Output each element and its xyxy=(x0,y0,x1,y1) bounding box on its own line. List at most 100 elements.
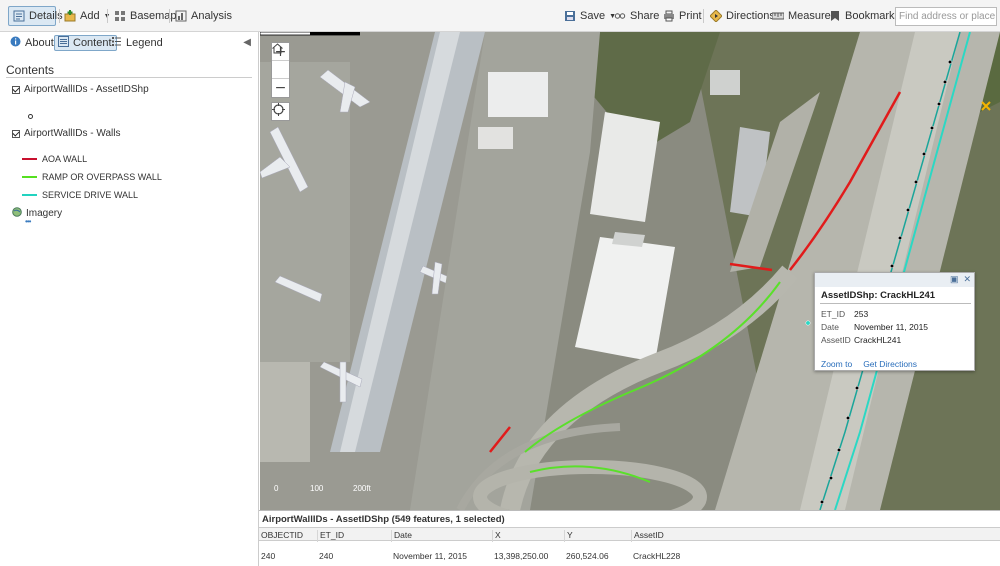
layer-assetidshp[interactable]: AirportWallIDs - AssetIDShp xyxy=(12,84,149,95)
toolbar-divider xyxy=(59,9,60,23)
content-icon xyxy=(58,36,69,50)
measure-label: Measure xyxy=(788,10,831,22)
analysis-label: Analysis xyxy=(191,10,232,22)
column-header[interactable]: Y xyxy=(564,530,573,542)
map-view[interactable]: + − 0 100 200ft ▣ ✕ AssetIDShp: CrackHL2… xyxy=(260,32,1000,510)
popup-header: ▣ ✕ xyxy=(815,273,974,287)
print-button[interactable]: Print xyxy=(663,6,702,26)
table-cell: CrackHL228 xyxy=(633,551,681,561)
legend-item-aoa-wall: AOA WALL xyxy=(22,154,87,164)
field-value: CrackHL241 xyxy=(854,335,902,345)
layer-name: AirportWallIDs - Walls xyxy=(24,128,121,139)
legend-label: SERVICE DRIVE WALL xyxy=(42,190,139,200)
details-label: Details xyxy=(29,10,63,22)
field-key: ET_ID xyxy=(821,309,846,319)
directions-icon xyxy=(709,9,723,23)
measure-icon xyxy=(771,10,785,22)
locate-button[interactable] xyxy=(271,102,290,121)
toolbar-divider xyxy=(107,9,108,23)
toolbar-divider xyxy=(703,9,704,23)
layer-walls[interactable]: AirportWallIDs - Walls xyxy=(12,128,120,139)
table-cell: November 11, 2015 xyxy=(393,551,468,561)
column-header[interactable]: OBJECTID xyxy=(259,530,303,542)
popup-field-date: Date November 11, 2015 xyxy=(821,322,928,332)
feature-popup: ▣ ✕ AssetIDShp: CrackHL241 ET_ID 253 Dat… xyxy=(814,272,975,371)
field-key: AssetID xyxy=(821,335,851,345)
legend-label: RAMP OR OVERPASS WALL xyxy=(42,172,162,182)
aerial-imagery xyxy=(260,32,1000,510)
bookmarks-button[interactable]: Bookmarks xyxy=(829,6,900,26)
home-button[interactable] xyxy=(272,43,289,79)
imagery-options-dots[interactable]: ••• xyxy=(25,217,31,226)
scale-label-100: 100 xyxy=(310,484,324,493)
popup-field-et-id: ET_ID 253 xyxy=(821,309,868,319)
collapse-panel-icon[interactable]: ◀ xyxy=(243,37,251,48)
save-icon xyxy=(564,10,576,22)
analysis-button[interactable]: Analysis xyxy=(175,6,232,26)
table-title: AirportWallIDs - AssetIDShp (549 feature… xyxy=(262,514,505,525)
locate-icon xyxy=(272,103,285,116)
table-header-row: OBJECTID ET_ID Date X Y AssetID xyxy=(259,527,1000,542)
panel-tabs: About Content Legend ◀ xyxy=(0,32,259,54)
divider xyxy=(6,77,252,78)
tab-legend-label: Legend xyxy=(126,37,163,49)
toolbar-divider xyxy=(169,9,170,23)
basemap-button[interactable]: Basemap xyxy=(114,6,176,26)
analysis-icon xyxy=(175,10,187,22)
save-button[interactable]: Save ▼ xyxy=(564,6,616,26)
share-icon xyxy=(614,10,626,22)
legend-item-service-drive-wall: SERVICE DRIVE WALL xyxy=(22,190,138,200)
layer-imagery[interactable]: Imagery xyxy=(12,207,62,220)
add-button[interactable]: Add ▼ xyxy=(64,6,111,26)
measure-button[interactable]: Measure xyxy=(771,6,831,26)
close-icon[interactable]: ✕ xyxy=(963,274,971,285)
column-header[interactable]: Date xyxy=(391,530,412,542)
table-cell: 13,398,250.00 xyxy=(494,551,549,561)
table-row[interactable]: 240 240 November 11, 2015 13,398,250.00 … xyxy=(259,549,1000,565)
column-header[interactable]: ET_ID xyxy=(317,530,344,542)
details-button[interactable]: Details xyxy=(8,6,63,26)
legend-swatch xyxy=(22,194,37,196)
print-icon xyxy=(663,10,675,22)
scale-bar xyxy=(260,32,360,36)
field-value: November 11, 2015 xyxy=(854,322,929,332)
field-value: 253 xyxy=(854,309,869,319)
get-directions-link[interactable]: Get Directions xyxy=(863,359,917,369)
scale-label-0: 0 xyxy=(274,484,279,493)
directions-label: Directions xyxy=(726,10,775,22)
add-label: Add xyxy=(80,10,100,22)
legend-swatch xyxy=(22,158,37,160)
share-button[interactable]: Share xyxy=(614,6,659,26)
field-key: Date xyxy=(821,322,839,332)
info-icon xyxy=(10,36,21,50)
tab-about[interactable]: About xyxy=(10,35,54,51)
add-icon xyxy=(64,10,76,22)
column-header[interactable]: X xyxy=(492,530,501,542)
legend-label: AOA WALL xyxy=(42,154,88,164)
top-toolbar: Details Add ▼ Basemap Analysis Save ▼ Sh… xyxy=(0,0,1000,32)
table-cell: 240 xyxy=(261,551,276,561)
layer-visibility-checkbox[interactable] xyxy=(12,85,20,94)
imagery-icon xyxy=(12,207,22,220)
basemap-icon xyxy=(114,10,126,22)
search-input[interactable] xyxy=(895,7,997,26)
print-label: Print xyxy=(679,10,702,22)
layer-name: Imagery xyxy=(26,208,63,219)
scale-label-200: 200ft xyxy=(353,484,371,493)
column-header[interactable]: AssetID xyxy=(631,530,664,542)
divider xyxy=(820,303,971,304)
popup-actions: Zoom to Get Directions xyxy=(821,359,917,369)
zoom-out-button[interactable]: − xyxy=(272,79,289,97)
layer-visibility-checkbox[interactable] xyxy=(12,129,20,138)
directions-button[interactable]: Directions xyxy=(709,6,775,26)
tab-about-label: About xyxy=(25,37,54,49)
table-cell: 240 xyxy=(319,551,334,561)
tab-legend[interactable]: Legend xyxy=(111,35,163,51)
maximize-icon[interactable]: ▣ xyxy=(950,274,959,285)
popup-title: AssetIDShp: CrackHL241 xyxy=(821,290,936,301)
tab-content[interactable]: Content xyxy=(54,35,117,51)
point-symbol-icon xyxy=(28,114,33,119)
zoom-to-link[interactable]: Zoom to xyxy=(821,359,852,369)
attribute-table: AirportWallIDs - AssetIDShp (549 feature… xyxy=(259,510,1000,566)
legend-swatch xyxy=(22,176,37,178)
